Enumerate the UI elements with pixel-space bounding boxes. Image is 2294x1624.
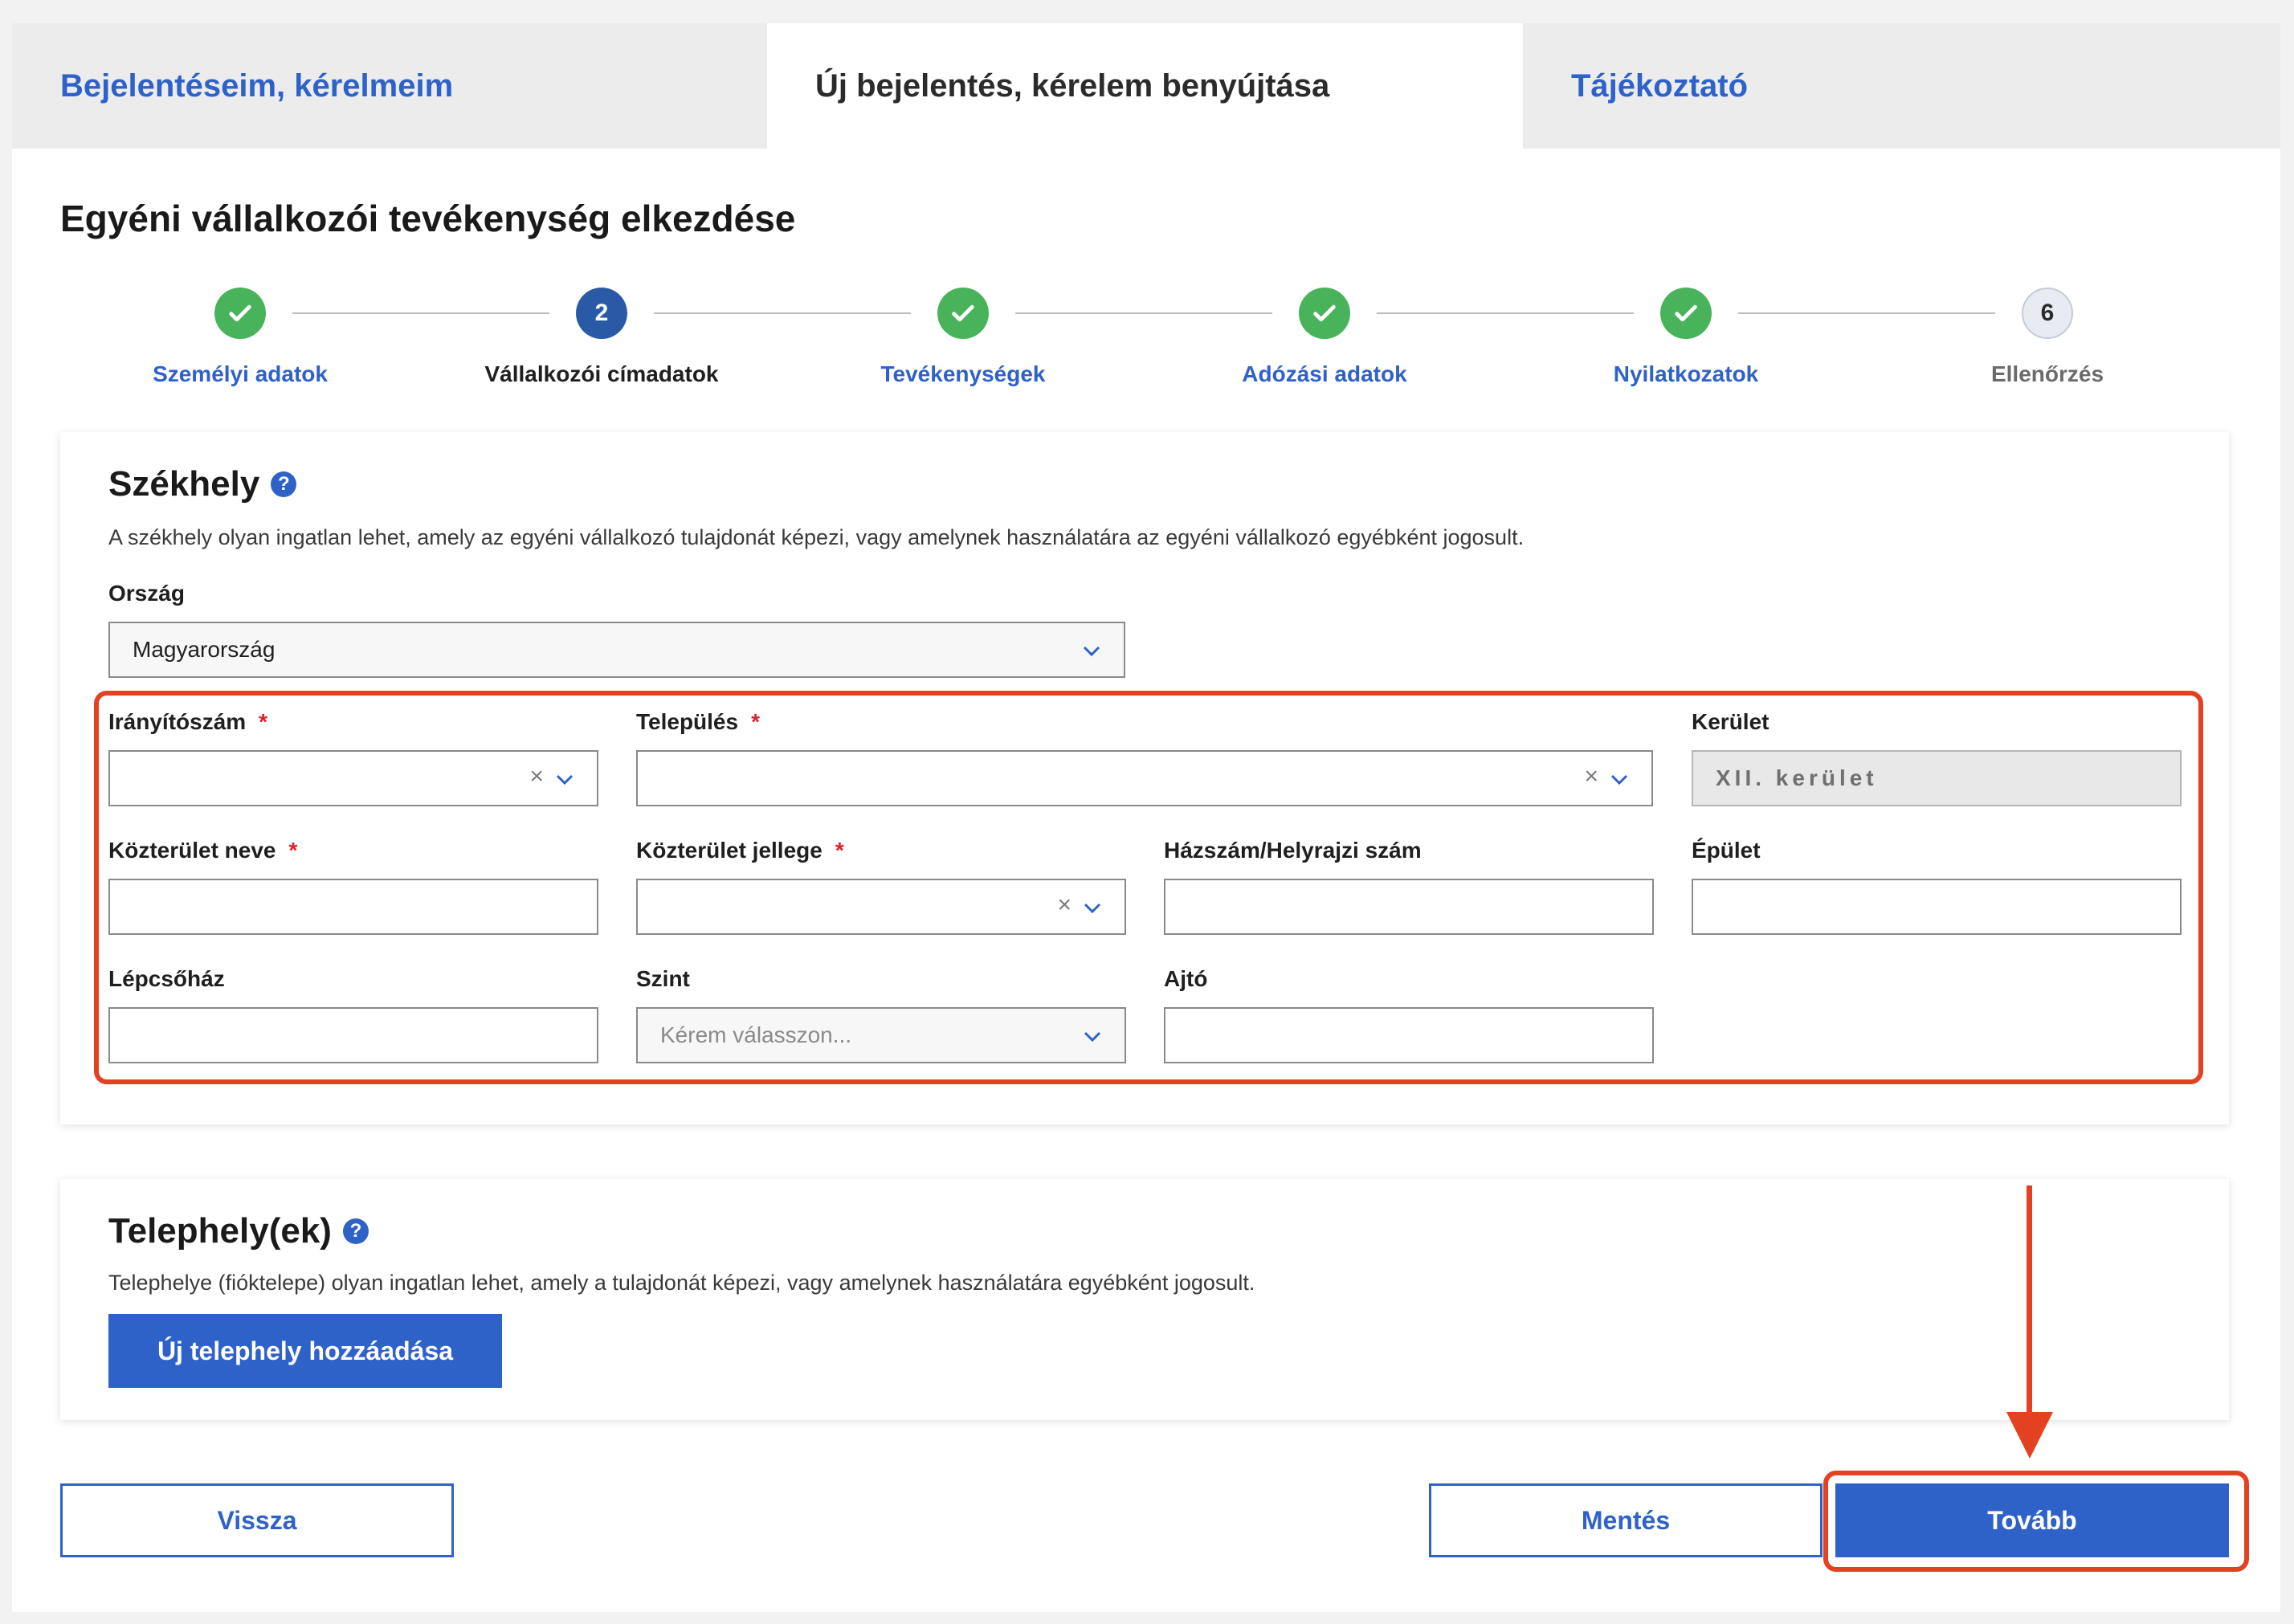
floor-placeholder: Kérem válasszon... bbox=[660, 1022, 852, 1047]
seat-title: Székhely bbox=[108, 464, 260, 504]
building-input[interactable] bbox=[1692, 879, 2182, 935]
tab-bar: Bejelentéseim, kérelmeim Új bejelentés, … bbox=[12, 23, 2280, 149]
add-site-button[interactable]: Új telephely hozzáadása bbox=[108, 1314, 502, 1388]
district-label: Kerület bbox=[1692, 709, 1769, 734]
stepper: Személyi adatok 2 Vállalkozói címadatok … bbox=[12, 288, 2280, 392]
annotation-arrow-head bbox=[2006, 1412, 2053, 1459]
step-label: Személyi adatok bbox=[153, 361, 328, 386]
seat-description: A székhely olyan ingatlan lehet, amely a… bbox=[108, 525, 1525, 549]
step-label: Tevékenységek bbox=[880, 361, 1046, 386]
site-card: Telephely(ek) ? Telephelye (fióktelepe) … bbox=[60, 1179, 2229, 1420]
staircase-label: Lépcsőház bbox=[108, 966, 225, 991]
save-button[interactable]: Mentés bbox=[1429, 1483, 1823, 1557]
country-label: Ország bbox=[108, 581, 185, 606]
check-icon bbox=[214, 288, 266, 339]
chevron-down-icon bbox=[556, 774, 574, 785]
step-activities[interactable]: Tevékenységek bbox=[802, 288, 1124, 387]
check-icon bbox=[937, 288, 989, 339]
check-icon bbox=[1299, 288, 1350, 339]
street-type-label: Közterület jellege * bbox=[636, 838, 844, 863]
step-label: Ellenőrzés bbox=[1990, 361, 2104, 386]
step-label: Adózási adatok bbox=[1242, 361, 1407, 386]
step-number: 6 bbox=[2022, 288, 2073, 339]
step-personal-data[interactable]: Személyi adatok bbox=[80, 288, 401, 387]
street-name-label: Közterület neve * bbox=[108, 838, 298, 863]
district-field: XII. kerület bbox=[1692, 750, 2182, 806]
tab-information[interactable]: Tájékoztató bbox=[1523, 23, 2280, 149]
door-input[interactable] bbox=[1164, 1007, 1654, 1063]
page-title: Egyéni vállalkozói tevékenység elkezdése bbox=[60, 198, 796, 239]
step-number: 2 bbox=[576, 288, 627, 339]
chevron-down-icon bbox=[1084, 903, 1101, 914]
step-label: Vállalkozói címadatok bbox=[484, 361, 719, 386]
door-label: Ajtó bbox=[1164, 966, 1208, 991]
step-address-data[interactable]: 2 Vállalkozói címadatok bbox=[441, 288, 762, 387]
check-icon bbox=[1660, 288, 1712, 339]
country-select[interactable]: Magyarország bbox=[108, 622, 1125, 678]
zip-label: Irányítószám * bbox=[108, 709, 268, 734]
required-marker: * bbox=[835, 838, 844, 863]
annotation-arrow-shaft bbox=[2027, 1185, 2032, 1418]
step-declarations[interactable]: Nyilatkozatok bbox=[1525, 288, 1847, 387]
tab-new-request[interactable]: Új bejelentés, kérelem benyújtása bbox=[767, 23, 1523, 149]
city-select[interactable]: × bbox=[636, 750, 1653, 806]
site-heading: Telephely(ek) ? bbox=[108, 1211, 369, 1251]
house-number-input[interactable] bbox=[1164, 879, 1654, 935]
help-icon[interactable]: ? bbox=[271, 471, 297, 497]
street-type-select[interactable]: × bbox=[636, 879, 1126, 935]
chevron-down-icon bbox=[1084, 1031, 1101, 1043]
step-label: Nyilatkozatok bbox=[1613, 361, 1759, 386]
chevron-down-icon bbox=[1610, 774, 1628, 785]
step-tax-data[interactable]: Adózási adatok bbox=[1164, 288, 1485, 387]
required-marker: * bbox=[288, 838, 298, 863]
help-icon[interactable]: ? bbox=[342, 1218, 369, 1244]
tab-my-requests[interactable]: Bejelentéseim, kérelmeim bbox=[12, 23, 767, 149]
staircase-input[interactable] bbox=[108, 1007, 598, 1063]
seat-heading: Székhely ? bbox=[108, 464, 297, 504]
floor-label: Szint bbox=[636, 966, 690, 991]
required-marker: * bbox=[259, 709, 268, 734]
chevron-down-icon bbox=[1083, 646, 1100, 657]
clear-icon[interactable]: × bbox=[1057, 892, 1071, 919]
country-value: Magyarország bbox=[133, 637, 276, 662]
building-label: Épület bbox=[1692, 838, 1761, 863]
house-number-label: Házszám/Helyrajzi szám bbox=[1164, 838, 1422, 863]
site-description: Telephelye (fióktelepe) olyan ingatlan l… bbox=[108, 1271, 1255, 1295]
seat-card: Székhely ? A székhely olyan ingatlan leh… bbox=[60, 432, 2229, 1124]
step-review: 6 Ellenőrzés bbox=[1887, 288, 2208, 387]
main-panel: Egyéni vállalkozói tevékenység elkezdése… bbox=[12, 149, 2280, 1612]
floor-select[interactable]: Kérem válasszon... bbox=[636, 1007, 1126, 1063]
next-highlight-box bbox=[1823, 1471, 2249, 1572]
clear-icon[interactable]: × bbox=[1584, 763, 1598, 790]
street-name-input[interactable] bbox=[108, 879, 598, 935]
zip-select[interactable]: × bbox=[108, 750, 598, 806]
clear-icon[interactable]: × bbox=[529, 763, 544, 790]
district-value: XII. kerület bbox=[1716, 765, 1878, 790]
site-title: Telephely(ek) bbox=[108, 1211, 332, 1251]
required-marker: * bbox=[751, 709, 760, 734]
back-button[interactable]: Vissza bbox=[60, 1483, 454, 1557]
city-label: Település * bbox=[636, 709, 760, 734]
